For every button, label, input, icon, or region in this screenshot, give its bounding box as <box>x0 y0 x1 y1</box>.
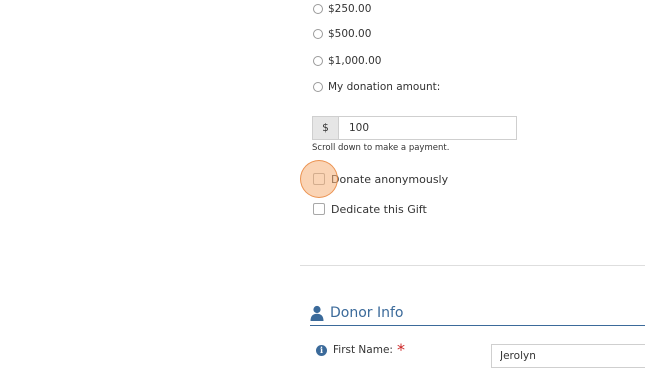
donation-option-label: My donation amount: <box>328 81 441 93</box>
donor-info-header: Donor Info <box>310 300 645 326</box>
payment-hint: Scroll down to make a payment. <box>312 143 450 153</box>
donate-anonymously-checkbox[interactable] <box>313 173 325 185</box>
donation-option-label: $500.00 <box>328 28 372 40</box>
radio-button[interactable] <box>313 56 323 66</box>
donation-option-1000[interactable]: $1,000.00 <box>313 52 381 70</box>
dedicate-gift-option[interactable]: Dedicate this Gift <box>313 202 427 216</box>
donate-anonymously-option[interactable]: Donate anonymously <box>313 172 448 186</box>
first-name-label: First Name: <box>333 344 393 356</box>
custom-amount-group: $ <box>312 116 517 140</box>
user-icon <box>310 305 324 321</box>
custom-amount-input[interactable] <box>338 116 517 140</box>
donor-info-title: Donor Info <box>330 304 404 321</box>
required-asterisk: * <box>396 340 405 359</box>
section-divider <box>300 265 645 266</box>
donate-anonymously-label: Donate anonymously <box>331 172 449 186</box>
info-icon[interactable]: i <box>316 344 327 356</box>
first-name-row: i First Name: * <box>316 340 405 359</box>
donation-option-500[interactable]: $500.00 <box>313 25 371 43</box>
radio-button[interactable] <box>313 82 323 92</box>
currency-addon: $ <box>312 116 338 140</box>
donation-option-label: $250.00 <box>328 3 372 15</box>
donation-option-custom[interactable]: My donation amount: <box>313 78 440 96</box>
dedicate-gift-checkbox[interactable] <box>313 203 325 215</box>
dedicate-gift-label: Dedicate this Gift <box>331 202 427 216</box>
first-name-input[interactable] <box>491 344 645 368</box>
radio-button[interactable] <box>313 29 323 39</box>
donation-option-label: $1,000.00 <box>328 55 382 67</box>
donation-option-250[interactable]: $250.00 <box>313 0 371 18</box>
radio-button[interactable] <box>313 4 323 14</box>
